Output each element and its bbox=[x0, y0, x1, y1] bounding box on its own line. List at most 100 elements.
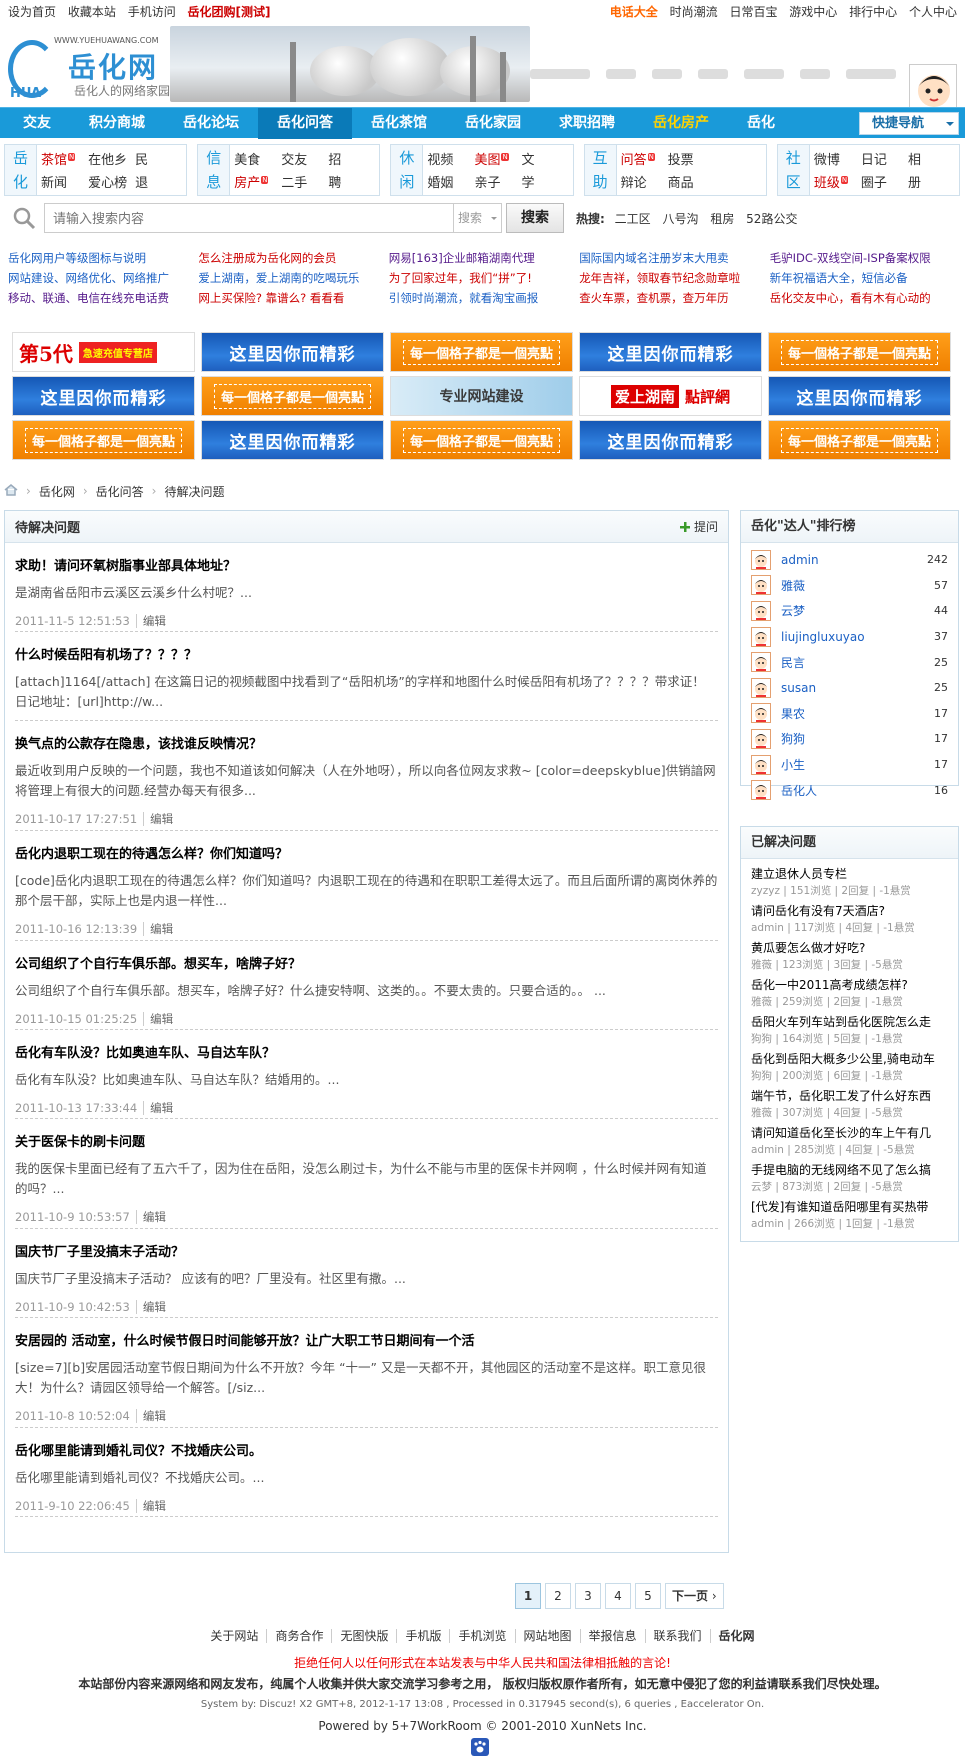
text-ad-link[interactable]: 移动、联通、电信在线充电话费 bbox=[8, 290, 198, 310]
category-link[interactable]: 招 bbox=[328, 149, 375, 168]
user-avatar[interactable] bbox=[909, 64, 957, 112]
quick-nav-dropdown[interactable]: 快捷导航 bbox=[859, 112, 959, 135]
nav-item-jobs[interactable]: 求职招聘 bbox=[540, 108, 634, 139]
ranking-user-name[interactable]: admin bbox=[781, 553, 927, 567]
user-avatar-icon[interactable] bbox=[751, 600, 771, 621]
ranking-user-name[interactable]: 岳化人 bbox=[781, 782, 934, 799]
search-input[interactable] bbox=[44, 203, 454, 233]
home-icon[interactable] bbox=[4, 483, 18, 499]
edit-link[interactable]: 编辑 bbox=[135, 1300, 166, 1314]
category-link[interactable]: 交友 bbox=[281, 149, 328, 168]
ranking-user-name[interactable]: 雅薇 bbox=[781, 577, 934, 594]
edit-link[interactable]: 编辑 bbox=[143, 922, 174, 936]
text-ad-link[interactable]: 网易[163]企业邮箱湖南代理 bbox=[389, 250, 579, 270]
category-link[interactable]: 学 bbox=[522, 172, 569, 191]
category-link[interactable]: 辩论 bbox=[621, 172, 668, 191]
text-ad-link[interactable]: 怎么注册成为岳化网的会员 bbox=[198, 250, 388, 270]
paw-icon[interactable] bbox=[471, 1738, 489, 1756]
page-link[interactable]: 1 bbox=[515, 1583, 541, 1609]
game-center-link[interactable]: 游戏中心 bbox=[789, 5, 837, 19]
text-ad-link[interactable]: 国际国内域名注册岁末大甩卖 bbox=[579, 250, 769, 270]
banner-ad[interactable]: 爱上湖南 點評網 bbox=[579, 376, 762, 416]
footer-link[interactable]: 岳化网 bbox=[709, 1629, 763, 1643]
category-link[interactable]: 婚姻 bbox=[427, 172, 474, 191]
user-avatar-icon[interactable] bbox=[751, 575, 771, 596]
nav-item-qa[interactable]: 岳化问答 bbox=[258, 107, 352, 139]
category-link[interactable]: 美食 bbox=[234, 149, 281, 168]
page-link[interactable]: 3 bbox=[575, 1583, 601, 1609]
footer-link[interactable]: 无图快版 bbox=[331, 1629, 397, 1643]
category-link[interactable]: 圈子 bbox=[861, 172, 908, 191]
phone-directory-link[interactable]: 电话大全 bbox=[610, 5, 658, 19]
category-link[interactable]: 视频 bbox=[427, 149, 474, 168]
ranking-user-name[interactable]: 狗狗 bbox=[781, 730, 934, 747]
set-homepage-link[interactable]: 设为首页 bbox=[8, 5, 56, 19]
edit-link[interactable]: 编辑 bbox=[135, 614, 166, 628]
edit-link[interactable]: 编辑 bbox=[143, 1101, 174, 1115]
question-title[interactable]: 关于医保卡的刷卡问题 bbox=[15, 1133, 718, 1153]
banner-ad[interactable]: 专业网站建设 bbox=[390, 376, 573, 416]
question-title[interactable]: 安居园的 活动室，什么时候节假日时间能够开放？让广大职工节日期间有一个活 bbox=[15, 1332, 718, 1352]
category-link[interactable]: 爱心榜 bbox=[88, 172, 135, 191]
user-avatar-icon[interactable] bbox=[751, 703, 771, 724]
solved-title-link[interactable]: 建立退休人员专栏 bbox=[751, 865, 948, 883]
footer-link[interactable]: 商务合作 bbox=[266, 1629, 332, 1643]
hot-search-link[interactable]: 52路公交 bbox=[746, 212, 797, 226]
text-ad-link[interactable]: 龙年吉祥，领取春节纪念勋章啦 bbox=[579, 270, 769, 290]
daily-link[interactable]: 日常百宝 bbox=[729, 5, 777, 19]
user-avatar-icon[interactable] bbox=[751, 677, 771, 698]
ranking-user-name[interactable]: liujingluxuyao bbox=[781, 630, 934, 644]
solved-title-link[interactable]: 岳化一中2011高考成绩怎样? bbox=[751, 976, 948, 994]
next-page-button[interactable]: 下一页 › bbox=[665, 1583, 724, 1609]
nav-item-home[interactable]: 岳化家园 bbox=[446, 108, 540, 139]
category-link[interactable]: 日记 bbox=[861, 149, 908, 168]
text-ad-link[interactable]: 毛驴IDC-双线空间-ISP备案权限 bbox=[770, 250, 960, 270]
category-link[interactable]: 茶馆 bbox=[41, 149, 88, 168]
category-link[interactable]: 民 bbox=[135, 149, 182, 168]
category-link[interactable]: 商品 bbox=[668, 172, 715, 191]
footer-link[interactable]: 手机浏览 bbox=[449, 1629, 515, 1643]
category-link[interactable]: 微博 bbox=[814, 149, 861, 168]
breadcrumb-link[interactable]: 岳化问答 bbox=[96, 483, 144, 500]
solved-title-link[interactable]: 请问岳化有没有7天酒店? bbox=[751, 902, 948, 920]
solved-title-link[interactable]: 岳化到岳阳大概多少公里,骑电动车 bbox=[751, 1050, 948, 1068]
category-link[interactable]: 投票 bbox=[668, 149, 715, 168]
ask-button[interactable]: 提问 bbox=[679, 518, 718, 535]
question-title[interactable]: 岳化有车队没？比如奥迪车队、马自达车队？ bbox=[15, 1044, 718, 1064]
nav-item-points-mall[interactable]: 积分商城 bbox=[70, 108, 164, 139]
banner-ad[interactable]: 每一個格子都是一個亮點 bbox=[12, 420, 195, 460]
question-title[interactable]: 求助！请问环氧树脂事业部具体地址？ bbox=[15, 557, 718, 577]
ranking-user-name[interactable]: 民言 bbox=[781, 654, 934, 671]
category-link[interactable]: 聘 bbox=[328, 172, 375, 191]
solved-title-link[interactable]: 端午节，岳化职工发了什么好东西 bbox=[751, 1087, 948, 1105]
mobile-access-link[interactable]: 手机访问 bbox=[128, 5, 176, 19]
user-avatar-icon[interactable] bbox=[751, 549, 771, 570]
footer-link[interactable]: 手机版 bbox=[396, 1629, 450, 1643]
solved-title-link[interactable]: 黄瓜要怎么做才好吃? bbox=[751, 939, 948, 957]
page-link[interactable]: 2 bbox=[545, 1583, 571, 1609]
nav-item-yuehua[interactable]: 岳化 bbox=[728, 108, 794, 139]
edit-link[interactable]: 编辑 bbox=[135, 1499, 166, 1513]
banner-ad[interactable]: 这里因你而精彩 bbox=[768, 376, 951, 416]
edit-link[interactable]: 编辑 bbox=[143, 812, 174, 826]
nav-item-friends[interactable]: 交友 bbox=[4, 108, 70, 139]
user-avatar-icon[interactable] bbox=[751, 728, 771, 749]
user-avatar-icon[interactable] bbox=[751, 652, 771, 673]
question-title[interactable]: 岳化哪里能请到婚礼司仪？不找婚庆公司。 bbox=[15, 1442, 718, 1462]
bookmark-link[interactable]: 收藏本站 bbox=[68, 5, 116, 19]
edit-link[interactable]: 编辑 bbox=[135, 1409, 166, 1423]
solved-title-link[interactable]: [代发]有谁知道岳阳哪里有买热带 bbox=[751, 1198, 948, 1216]
banner-ad[interactable]: 每一個格子都是一個亮點 bbox=[390, 420, 573, 460]
user-avatar-icon[interactable] bbox=[751, 754, 771, 775]
search-scope-select[interactable]: 搜索 bbox=[454, 203, 502, 233]
banner-ad[interactable]: 每一個格子都是一個亮點 bbox=[768, 332, 951, 372]
text-ad-link[interactable]: 新年祝福语大全，短信必备 bbox=[770, 270, 960, 290]
solved-title-link[interactable]: 手提电脑的无线网络不见了怎么搞 bbox=[751, 1161, 948, 1179]
footer-link[interactable]: 网站地图 bbox=[514, 1629, 580, 1643]
breadcrumb-link[interactable]: 岳化网 bbox=[39, 483, 75, 500]
text-ad-link[interactable]: 岳化网用户等级图标与说明 bbox=[8, 250, 198, 270]
nav-item-realestate[interactable]: 岳化房产 bbox=[634, 108, 728, 139]
solved-title-link[interactable]: 请问知道岳化至长沙的车上午有几 bbox=[751, 1124, 948, 1142]
text-ad-link[interactable]: 爱上湖南，爱上湖南的吃喝玩乐 bbox=[198, 270, 388, 290]
question-title[interactable]: 换气点的公款存在隐患，该找谁反映情况？ bbox=[15, 735, 718, 755]
